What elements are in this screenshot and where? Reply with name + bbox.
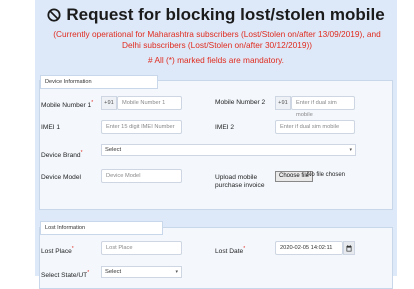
page-title-text: Request for blocking lost/stolen mobile bbox=[66, 5, 385, 24]
mobile2-prefix: +91 bbox=[275, 96, 291, 110]
calendar-button[interactable] bbox=[343, 241, 355, 255]
state-select-value: Select bbox=[105, 269, 122, 275]
device-info-heading: Device Information bbox=[40, 75, 158, 89]
chevron-down-icon: ▾ bbox=[349, 147, 352, 153]
no-entry-icon bbox=[47, 8, 61, 22]
lost-info-heading: Lost Information bbox=[40, 221, 163, 235]
lost-date-input[interactable]: 2020-02-05 14:02:11 bbox=[275, 241, 343, 255]
mandatory-note: # All (*) marked fields are mandatory. bbox=[148, 55, 284, 65]
lost-place-label: Lost Place* bbox=[41, 246, 74, 256]
lost-date-label: Lost Date* bbox=[215, 246, 246, 256]
mobile2-label: Mobile Number 2 bbox=[215, 99, 266, 106]
lost-info-section bbox=[39, 227, 393, 289]
form-panel: Request for blocking lost/stolen mobile … bbox=[35, 0, 397, 289]
file-status: No file chosen bbox=[307, 172, 346, 178]
brand-select-value: Select bbox=[105, 147, 122, 153]
mobile1-input[interactable]: Mobile Number 1 bbox=[117, 96, 182, 110]
imei2-label: IMEI 2 bbox=[215, 124, 235, 131]
lost-place-input[interactable]: Lost Place bbox=[101, 241, 182, 255]
imei1-label: IMEI 1 bbox=[41, 124, 61, 131]
operational-notice: (Currently operational for Maharashtra s… bbox=[53, 29, 381, 50]
model-input[interactable]: Device Model bbox=[101, 169, 182, 183]
imei2-input[interactable]: Enter if dual sim mobile bbox=[275, 120, 355, 134]
imei1-input[interactable]: Enter 15 digit IMEI Number bbox=[101, 120, 182, 134]
invoice-label: Upload mobile purchase invoice bbox=[215, 174, 265, 189]
brand-label: Device Brand* bbox=[41, 150, 83, 160]
model-label: Device Model bbox=[41, 174, 81, 181]
mobile1-label: Mobile Number 1* bbox=[41, 100, 94, 110]
brand-select[interactable]: Select ▾ bbox=[101, 144, 356, 156]
mobile2-input[interactable]: Enter if dual sim mobile bbox=[291, 96, 355, 118]
page-title: Request for blocking lost/stolen mobile bbox=[35, 5, 397, 25]
state-select[interactable]: Select ▾ bbox=[101, 266, 182, 278]
mobile1-prefix: +91 bbox=[101, 96, 117, 110]
calendar-icon bbox=[346, 244, 352, 251]
state-label: Select State/UT* bbox=[41, 270, 90, 280]
